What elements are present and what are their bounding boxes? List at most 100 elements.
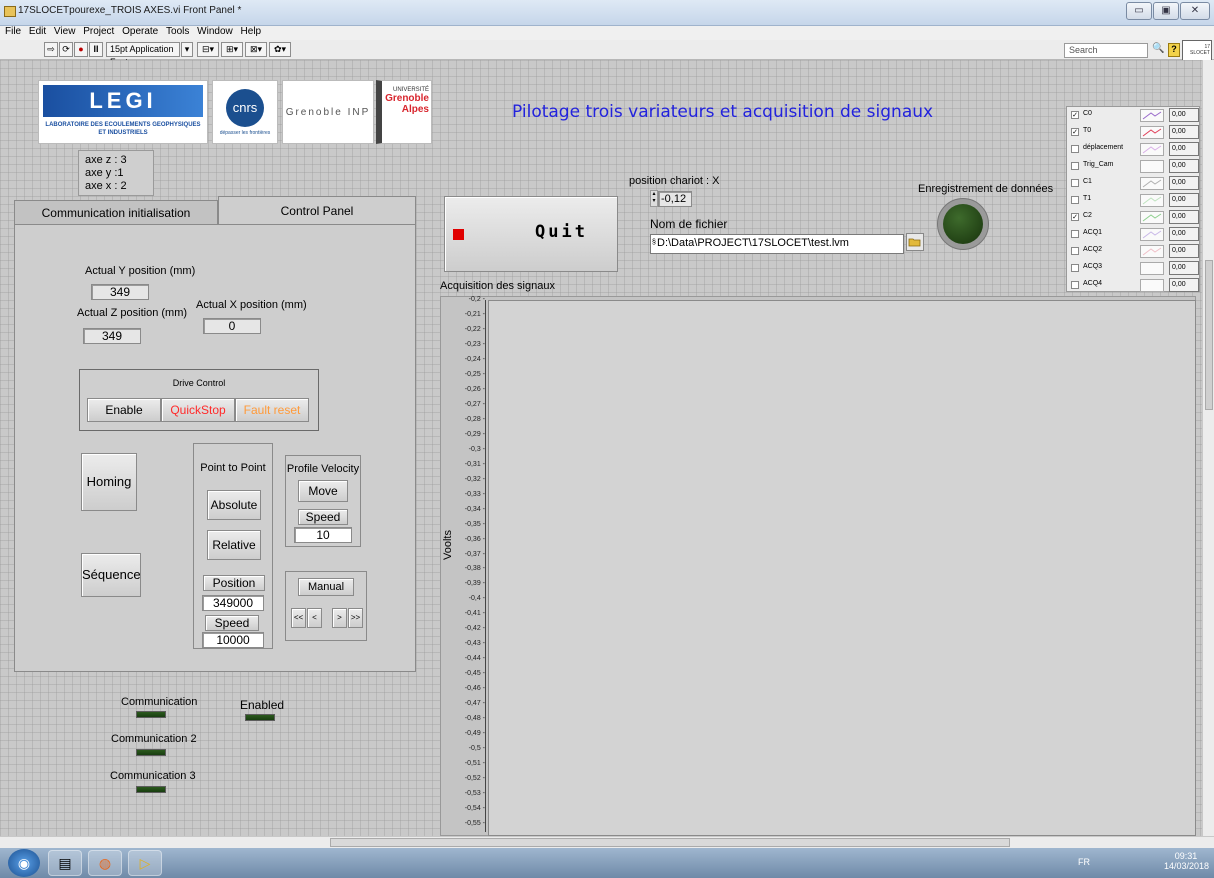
legend-checkbox[interactable]: ✓ [1071, 213, 1079, 221]
start-icon[interactable]: ◉ [8, 849, 40, 877]
abort-icon[interactable]: ● [74, 42, 88, 57]
sequence-button[interactable]: Séquence [81, 553, 141, 597]
velocity-speed-input[interactable]: 10 [294, 527, 352, 543]
distribute-icon[interactable]: ⊞▾ [221, 42, 243, 57]
legend-checkbox[interactable] [1071, 179, 1079, 187]
legend-row[interactable]: ✓ C2 0,00 [1067, 209, 1201, 226]
legend-swatch-icon[interactable] [1140, 126, 1164, 139]
enable-button[interactable]: Enable [87, 398, 161, 422]
legend-swatch-icon[interactable] [1140, 109, 1164, 122]
relative-button[interactable]: Relative [207, 530, 261, 560]
y-tick-label: -0,33 - [464, 490, 485, 498]
p2p-speed-input[interactable]: 10000 [202, 632, 264, 648]
vi-icon: 17 SLOCET [1182, 40, 1212, 62]
legend-value: 0,00 [1169, 210, 1199, 224]
legend-swatch-icon[interactable] [1140, 279, 1164, 292]
legend-swatch-icon[interactable] [1140, 194, 1164, 207]
menu-file[interactable]: File [5, 26, 21, 37]
legend-row[interactable]: ACQ4 0,00 [1067, 277, 1201, 294]
fault-reset-button[interactable]: Fault reset [235, 398, 309, 422]
legend-row[interactable]: C1 0,00 [1067, 175, 1201, 192]
legend-swatch-icon[interactable] [1140, 245, 1164, 258]
legend-row[interactable]: ✓ C0 0,00 [1067, 107, 1201, 124]
legend-swatch-icon[interactable] [1140, 211, 1164, 224]
legend-checkbox[interactable] [1071, 230, 1079, 238]
horizontal-scrollbar[interactable] [0, 836, 1214, 848]
legend-swatch-icon[interactable] [1140, 160, 1164, 173]
actual-x-position-label: Actual X position (mm) [196, 299, 307, 311]
legend-swatch-icon[interactable] [1140, 228, 1164, 241]
menu-view[interactable]: View [54, 26, 76, 37]
menu-window[interactable]: Window [197, 26, 233, 37]
vertical-scroll-thumb[interactable] [1205, 260, 1213, 410]
font-selector[interactable]: 15pt Application Font [106, 42, 180, 67]
legend-swatch-icon[interactable] [1140, 262, 1164, 275]
quickstop-button[interactable]: QuickStop [161, 398, 235, 422]
clock[interactable]: 09:31 14/03/2018 [1164, 851, 1209, 871]
menu-help[interactable]: Help [241, 26, 262, 37]
labview-icon[interactable]: ▷ [128, 850, 162, 876]
tab-control-panel[interactable]: Control Panel [218, 196, 416, 225]
legend-name: ACQ1 [1083, 229, 1103, 236]
firefox-icon[interactable]: ◍ [88, 850, 122, 876]
legend-name: T1 [1083, 195, 1092, 202]
legend-row[interactable]: ACQ3 0,00 [1067, 260, 1201, 277]
run-continuously-icon[interactable]: ⟳ [59, 42, 73, 57]
legend-row[interactable]: ACQ2 0,00 [1067, 243, 1201, 260]
tab-communication-initialisation[interactable]: Communication initialisation [14, 200, 218, 225]
legend-swatch-icon[interactable] [1140, 143, 1164, 156]
legend-row[interactable]: déplacement 0,00 [1067, 141, 1201, 158]
homing-button[interactable]: Homing [81, 453, 137, 511]
file-path-input[interactable]: § D:\Data\PROJECT\17SLOCET\test.lvm [650, 234, 904, 254]
legend-name: ACQ2 [1083, 246, 1103, 253]
position-chariot-spinner-icon[interactable]: ▴ ▾ [650, 190, 658, 207]
legend-row[interactable]: T1 0,00 [1067, 192, 1201, 209]
menu-project[interactable]: Project [83, 26, 114, 37]
legend-row[interactable]: ACQ1 0,00 [1067, 226, 1201, 243]
reorder-icon[interactable]: ✿▾ [269, 42, 291, 57]
manual-forward-button[interactable]: > [332, 608, 347, 628]
menu-tools[interactable]: Tools [166, 26, 189, 37]
search-icon[interactable]: 🔍 [1152, 43, 1164, 54]
manual-fast-forward-button[interactable]: >> [348, 608, 363, 628]
legend-row[interactable]: Trig_Cam 0,00 [1067, 158, 1201, 175]
browse-folder-icon[interactable] [906, 233, 924, 251]
manual-back-button[interactable]: < [307, 608, 322, 628]
font-dropdown-icon[interactable]: ▾ [181, 42, 193, 57]
recording-led[interactable] [943, 204, 983, 244]
manual-fast-back-button[interactable]: << [291, 608, 306, 628]
legend-row[interactable]: ✓ T0 0,00 [1067, 124, 1201, 141]
legend-swatch-icon[interactable] [1140, 177, 1164, 190]
absolute-button[interactable]: Absolute [207, 490, 261, 520]
language-indicator[interactable]: FR [1078, 857, 1090, 867]
menu-operate[interactable]: Operate [122, 26, 158, 37]
search-input[interactable]: Search [1064, 43, 1148, 58]
legend-checkbox[interactable] [1071, 145, 1079, 153]
maximize-button[interactable]: ▣ [1153, 2, 1179, 20]
resize-icon[interactable]: ⊠▾ [245, 42, 267, 57]
position-input[interactable]: 349000 [202, 595, 264, 611]
legend-checkbox[interactable] [1071, 281, 1079, 289]
run-icon[interactable]: ⇨ [44, 42, 58, 57]
y-tick-label: -0,51 - [464, 760, 485, 768]
legend-checkbox[interactable] [1071, 162, 1079, 170]
file-explorer-icon[interactable]: ▤ [48, 850, 82, 876]
plot-area[interactable] [488, 300, 1196, 836]
menu-edit[interactable]: Edit [29, 26, 46, 37]
quit-indicator [453, 229, 464, 240]
legend-checkbox[interactable] [1071, 196, 1079, 204]
legend-checkbox[interactable] [1071, 264, 1079, 272]
legend-checkbox[interactable]: ✓ [1071, 111, 1079, 119]
quit-button[interactable]: Quit [444, 196, 618, 272]
pause-icon[interactable]: II [89, 42, 103, 57]
move-button[interactable]: Move [298, 480, 348, 502]
vertical-scrollbar[interactable] [1202, 60, 1214, 836]
minimize-button[interactable]: ▭ [1126, 2, 1152, 20]
help-icon[interactable]: ? [1168, 43, 1180, 57]
align-icon[interactable]: ⊟▾ [197, 42, 219, 57]
clock-time: 09:31 [1174, 851, 1198, 861]
legend-checkbox[interactable] [1071, 247, 1079, 255]
legend-checkbox[interactable]: ✓ [1071, 128, 1079, 136]
horizontal-scroll-thumb[interactable] [330, 838, 1010, 847]
close-button[interactable]: ✕ [1180, 2, 1210, 20]
